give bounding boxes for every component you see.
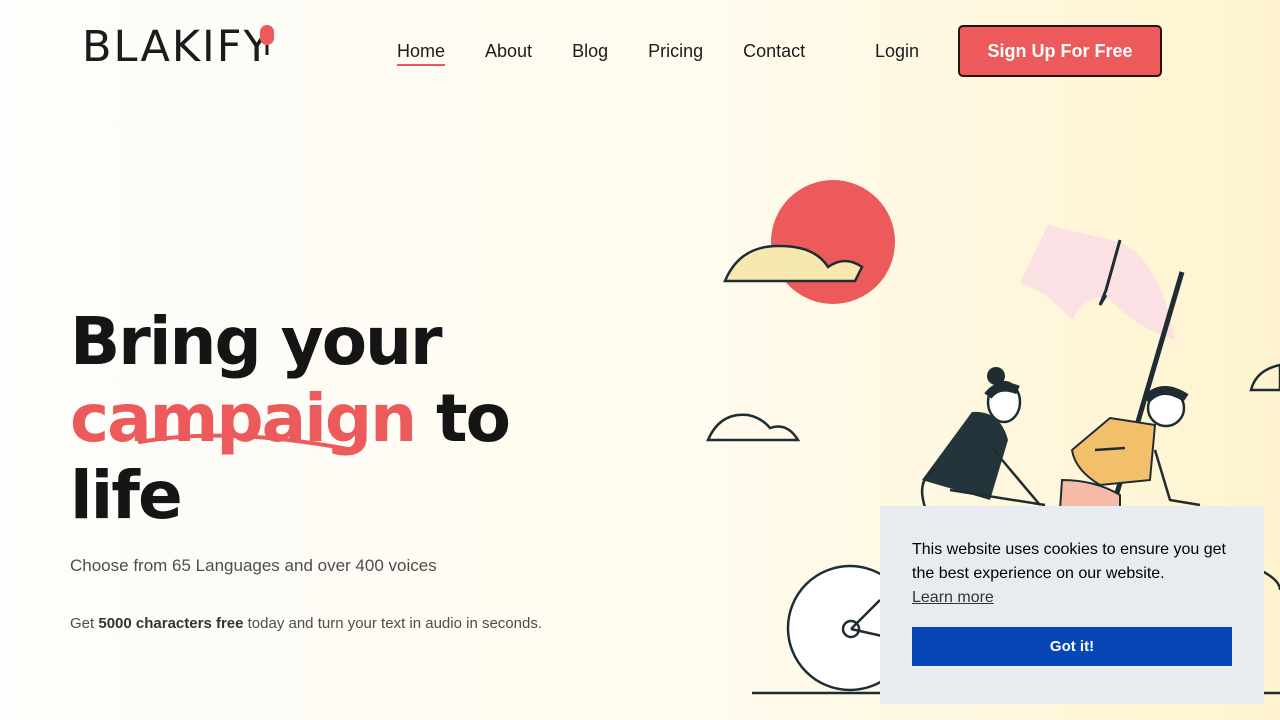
- brand-name: BLAKIFY: [82, 22, 272, 72]
- signup-button[interactable]: Sign Up For Free: [958, 25, 1162, 77]
- free-characters: 5000 characters free: [98, 615, 244, 632]
- flag-shape: [1020, 225, 1175, 340]
- nav-pricing[interactable]: Pricing: [648, 39, 703, 63]
- cookie-accept-button[interactable]: Got it!: [912, 627, 1232, 666]
- nav-home[interactable]: Home: [397, 39, 446, 66]
- learn-more-link[interactable]: Learn more: [912, 589, 994, 607]
- nav-blog[interactable]: Blog: [572, 39, 608, 63]
- nav-contact[interactable]: Contact: [743, 39, 805, 63]
- main-nav: Home About Blog Pricing Contact: [397, 39, 845, 66]
- login-link[interactable]: Login: [875, 39, 919, 63]
- hero-line-1: Bring your: [70, 303, 443, 380]
- nav-about[interactable]: About: [485, 39, 532, 63]
- hero-title: Bring your campaign to life: [70, 303, 511, 534]
- microphone-icon: [260, 25, 274, 55]
- hero-line-3: life: [70, 457, 183, 534]
- hero-subtitle: Choose from 65 Languages and over 400 vo…: [70, 556, 437, 575]
- cloud-shape: [1249, 363, 1280, 392]
- hero-line-2: to: [415, 380, 511, 457]
- cookie-banner: This website uses cookies to ensure you …: [880, 506, 1264, 704]
- cookie-message: This website uses cookies to ensure you …: [912, 541, 1226, 582]
- sun-shape: [771, 180, 895, 304]
- hero-note: Get 5000 characters free today and turn …: [70, 615, 542, 632]
- cloud-shape: [706, 413, 801, 442]
- brand-logo[interactable]: BLAKIFY: [82, 22, 274, 72]
- underline-swoosh: [138, 433, 355, 452]
